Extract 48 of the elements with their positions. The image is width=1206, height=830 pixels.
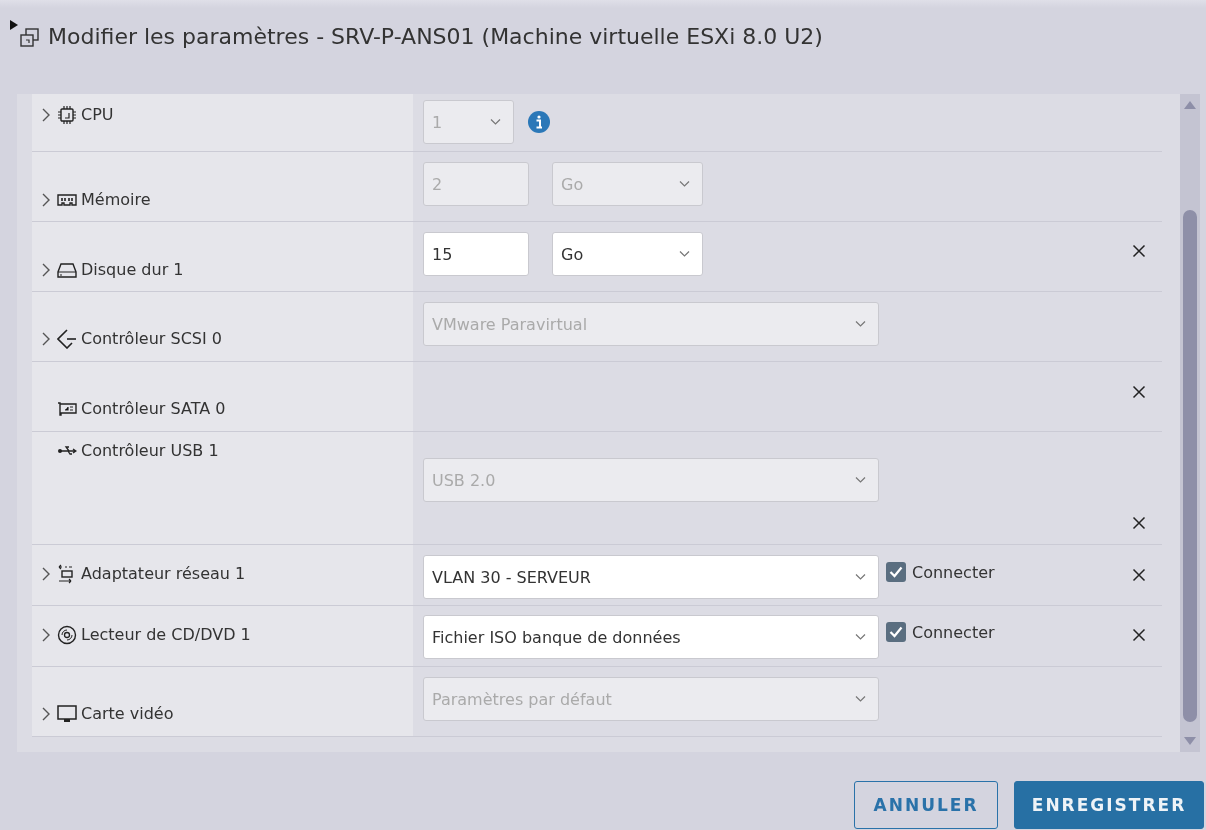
windows-icon bbox=[20, 28, 40, 48]
device-label: Adaptateur réseau 1 bbox=[81, 564, 246, 584]
chip-icon bbox=[57, 105, 77, 125]
chevron-down-icon bbox=[855, 475, 866, 485]
device-label: Contrôleur SATA 0 bbox=[81, 399, 226, 419]
device-label: Carte vidéo bbox=[81, 704, 174, 724]
dialog-title: Modifier les paramètres - SRV-P-ANS01 (Machine virtuelle ESXi 8.0 U2) bbox=[48, 23, 823, 49]
close-icon[interactable] bbox=[1132, 516, 1146, 530]
chevron-down-icon bbox=[679, 249, 690, 259]
dropdown[interactable]: VLAN 30 - SERVEUR bbox=[423, 555, 879, 599]
chevron-down-icon bbox=[855, 694, 866, 704]
checkbox[interactable] bbox=[886, 562, 906, 582]
device-label: Contrôleur USB 1 bbox=[81, 441, 219, 461]
device-label: Mémoire bbox=[81, 190, 151, 210]
dropdown[interactable]: Fichier ISO banque de données bbox=[423, 615, 879, 659]
chevron-icon[interactable] bbox=[41, 706, 51, 722]
input-field[interactable]: 15 bbox=[423, 232, 529, 276]
chevron-icon[interactable] bbox=[41, 627, 51, 643]
chevron-down-icon bbox=[855, 572, 866, 582]
checkbox-label[interactable]: Connecter bbox=[912, 622, 995, 642]
close-icon[interactable] bbox=[1132, 628, 1146, 642]
close-icon[interactable] bbox=[1132, 385, 1146, 399]
chevron-icon[interactable] bbox=[41, 566, 51, 582]
checkbox[interactable] bbox=[886, 622, 906, 642]
close-icon[interactable] bbox=[1132, 244, 1146, 258]
chevron-icon[interactable] bbox=[41, 107, 51, 123]
chevron-icon[interactable] bbox=[41, 192, 51, 208]
cancel-button[interactable]: ANNULER bbox=[854, 781, 998, 829]
chevron-down-icon bbox=[490, 117, 501, 127]
disc-icon bbox=[57, 625, 77, 645]
diamond-icon bbox=[57, 329, 77, 349]
chevron-icon[interactable] bbox=[41, 331, 51, 347]
triangle-icon[interactable] bbox=[10, 20, 18, 30]
chevron-icon[interactable] bbox=[41, 262, 51, 278]
checkbox-label[interactable]: Connecter bbox=[912, 562, 995, 582]
device-label: CPU bbox=[81, 105, 114, 125]
device-label: Lecteur de CD/DVD 1 bbox=[81, 625, 251, 645]
dropdown[interactable]: Go bbox=[552, 232, 703, 276]
save-button[interactable]: ENREGISTRER bbox=[1014, 781, 1204, 829]
device-label: Disque dur 1 bbox=[81, 260, 184, 280]
chevron-down-icon bbox=[679, 179, 690, 189]
info-icon[interactable] bbox=[528, 111, 550, 133]
chevron-down-icon bbox=[855, 632, 866, 642]
close-icon[interactable] bbox=[1132, 568, 1146, 582]
monitor-icon bbox=[57, 704, 77, 724]
device-label: Contrôleur SCSI 0 bbox=[81, 329, 222, 349]
card-icon bbox=[57, 399, 77, 419]
chevron-down-icon bbox=[855, 319, 866, 329]
